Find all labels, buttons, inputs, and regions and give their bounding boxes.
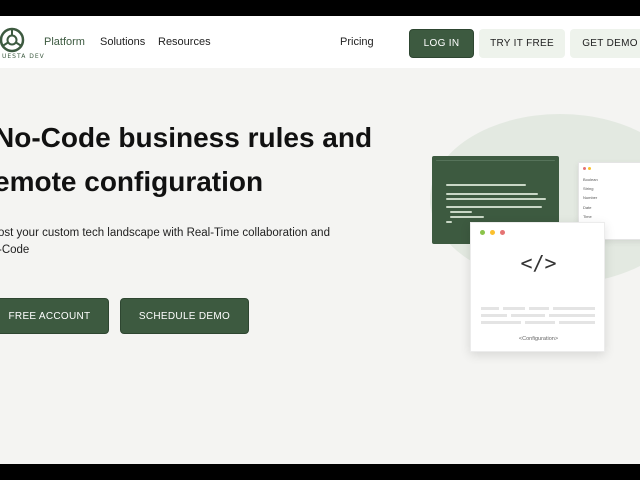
list-item: String (583, 186, 594, 191)
yellow-dot-icon (490, 230, 495, 235)
configuration-card-illustration: </> <Configuration> (470, 222, 605, 352)
nav-resources[interactable]: Resources (158, 36, 211, 48)
nav-platform[interactable]: Platform (44, 36, 85, 48)
hero-subtitle: ost your custom tech landscape with Real… (0, 225, 358, 259)
hero-title-line-2: emote configuration (0, 166, 264, 197)
get-demo-button[interactable]: GET DEMO (570, 29, 640, 58)
hero-subtitle-line-2: -Code (0, 244, 30, 256)
code-symbol: </> (520, 251, 557, 275)
list-item: Boolean (583, 177, 598, 182)
site-header: UESTA DEV Platform Solutions Resources P… (0, 16, 640, 68)
schedule-demo-button[interactable]: SCHEDULE DEMO (120, 298, 249, 334)
list-item: Number (583, 195, 598, 200)
nav-pricing[interactable]: Pricing (340, 36, 374, 48)
red-dot-icon (500, 230, 505, 235)
green-dot-icon (480, 230, 485, 235)
top-black-bar (0, 0, 640, 16)
hero-subtitle-line-1: ost your custom tech landscape with Real… (0, 227, 330, 239)
list-item: Time (583, 214, 592, 219)
bottom-black-bar (0, 464, 640, 480)
free-account-button[interactable]: FREE ACCOUNT (0, 298, 109, 334)
try-free-button[interactable]: TRY IT FREE (479, 29, 565, 58)
hero-title-line-1: No-Code business rules and (0, 122, 373, 153)
login-button[interactable]: LOG IN (409, 29, 474, 58)
configuration-label: <Configuration> (518, 336, 559, 342)
logo-text: UESTA DEV (2, 53, 45, 60)
nav-solutions[interactable]: Solutions (100, 36, 145, 48)
page-viewport: UESTA DEV Platform Solutions Resources P… (0, 16, 640, 464)
list-item: Date (583, 205, 592, 210)
hero-title: No-Code business rules and emote configu… (0, 116, 372, 204)
